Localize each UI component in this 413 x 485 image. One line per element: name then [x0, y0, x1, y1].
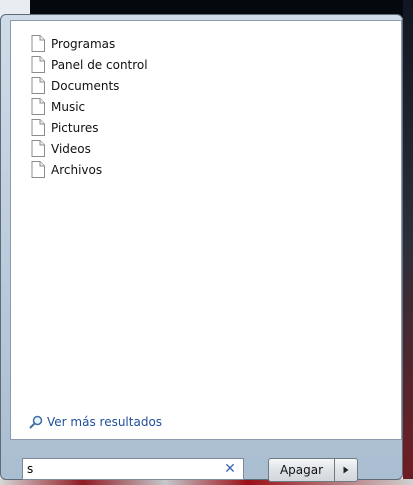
document-icon [31, 77, 45, 94]
see-more-results-link[interactable]: Ver más resultados [29, 415, 162, 429]
result-item-documents[interactable]: Documents [31, 75, 148, 96]
result-item-panel-de-control[interactable]: Panel de control [31, 54, 148, 75]
search-input[interactable] [23, 460, 217, 478]
document-icon [31, 35, 45, 52]
search-results-list: Programas Panel de control Documents Mus… [31, 33, 148, 180]
shutdown-button[interactable]: Apagar [268, 458, 334, 482]
search-results-pane: Programas Panel de control Documents Mus… [10, 20, 402, 440]
shutdown-split-button: Apagar [268, 458, 358, 482]
document-icon [31, 56, 45, 73]
search-box[interactable]: ✕ [22, 458, 244, 480]
see-more-results-label: Ver más resultados [47, 415, 163, 429]
magnifier-icon [29, 415, 43, 429]
result-item-videos[interactable]: Videos [31, 138, 148, 159]
document-icon [31, 98, 45, 115]
result-label: Archivos [51, 162, 103, 177]
document-icon [31, 140, 45, 157]
result-label: Videos [51, 141, 91, 156]
result-label: Music [51, 99, 86, 114]
result-label: Pictures [51, 120, 99, 135]
desktop-background-edge [403, 0, 413, 485]
document-icon [31, 119, 45, 136]
result-item-pictures[interactable]: Pictures [31, 117, 148, 138]
triangle-right-icon [343, 466, 349, 474]
result-label: Documents [51, 78, 120, 93]
start-menu: Programas Panel de control Documents Mus… [0, 14, 403, 482]
result-label: Programas [51, 36, 116, 51]
shutdown-options-button[interactable] [334, 458, 358, 482]
result-item-music[interactable]: Music [31, 96, 148, 117]
document-icon [31, 161, 45, 178]
result-label: Panel de control [51, 57, 148, 72]
result-item-archivos[interactable]: Archivos [31, 159, 148, 180]
result-item-programas[interactable]: Programas [31, 33, 148, 54]
clear-x-icon[interactable]: ✕ [223, 461, 237, 477]
